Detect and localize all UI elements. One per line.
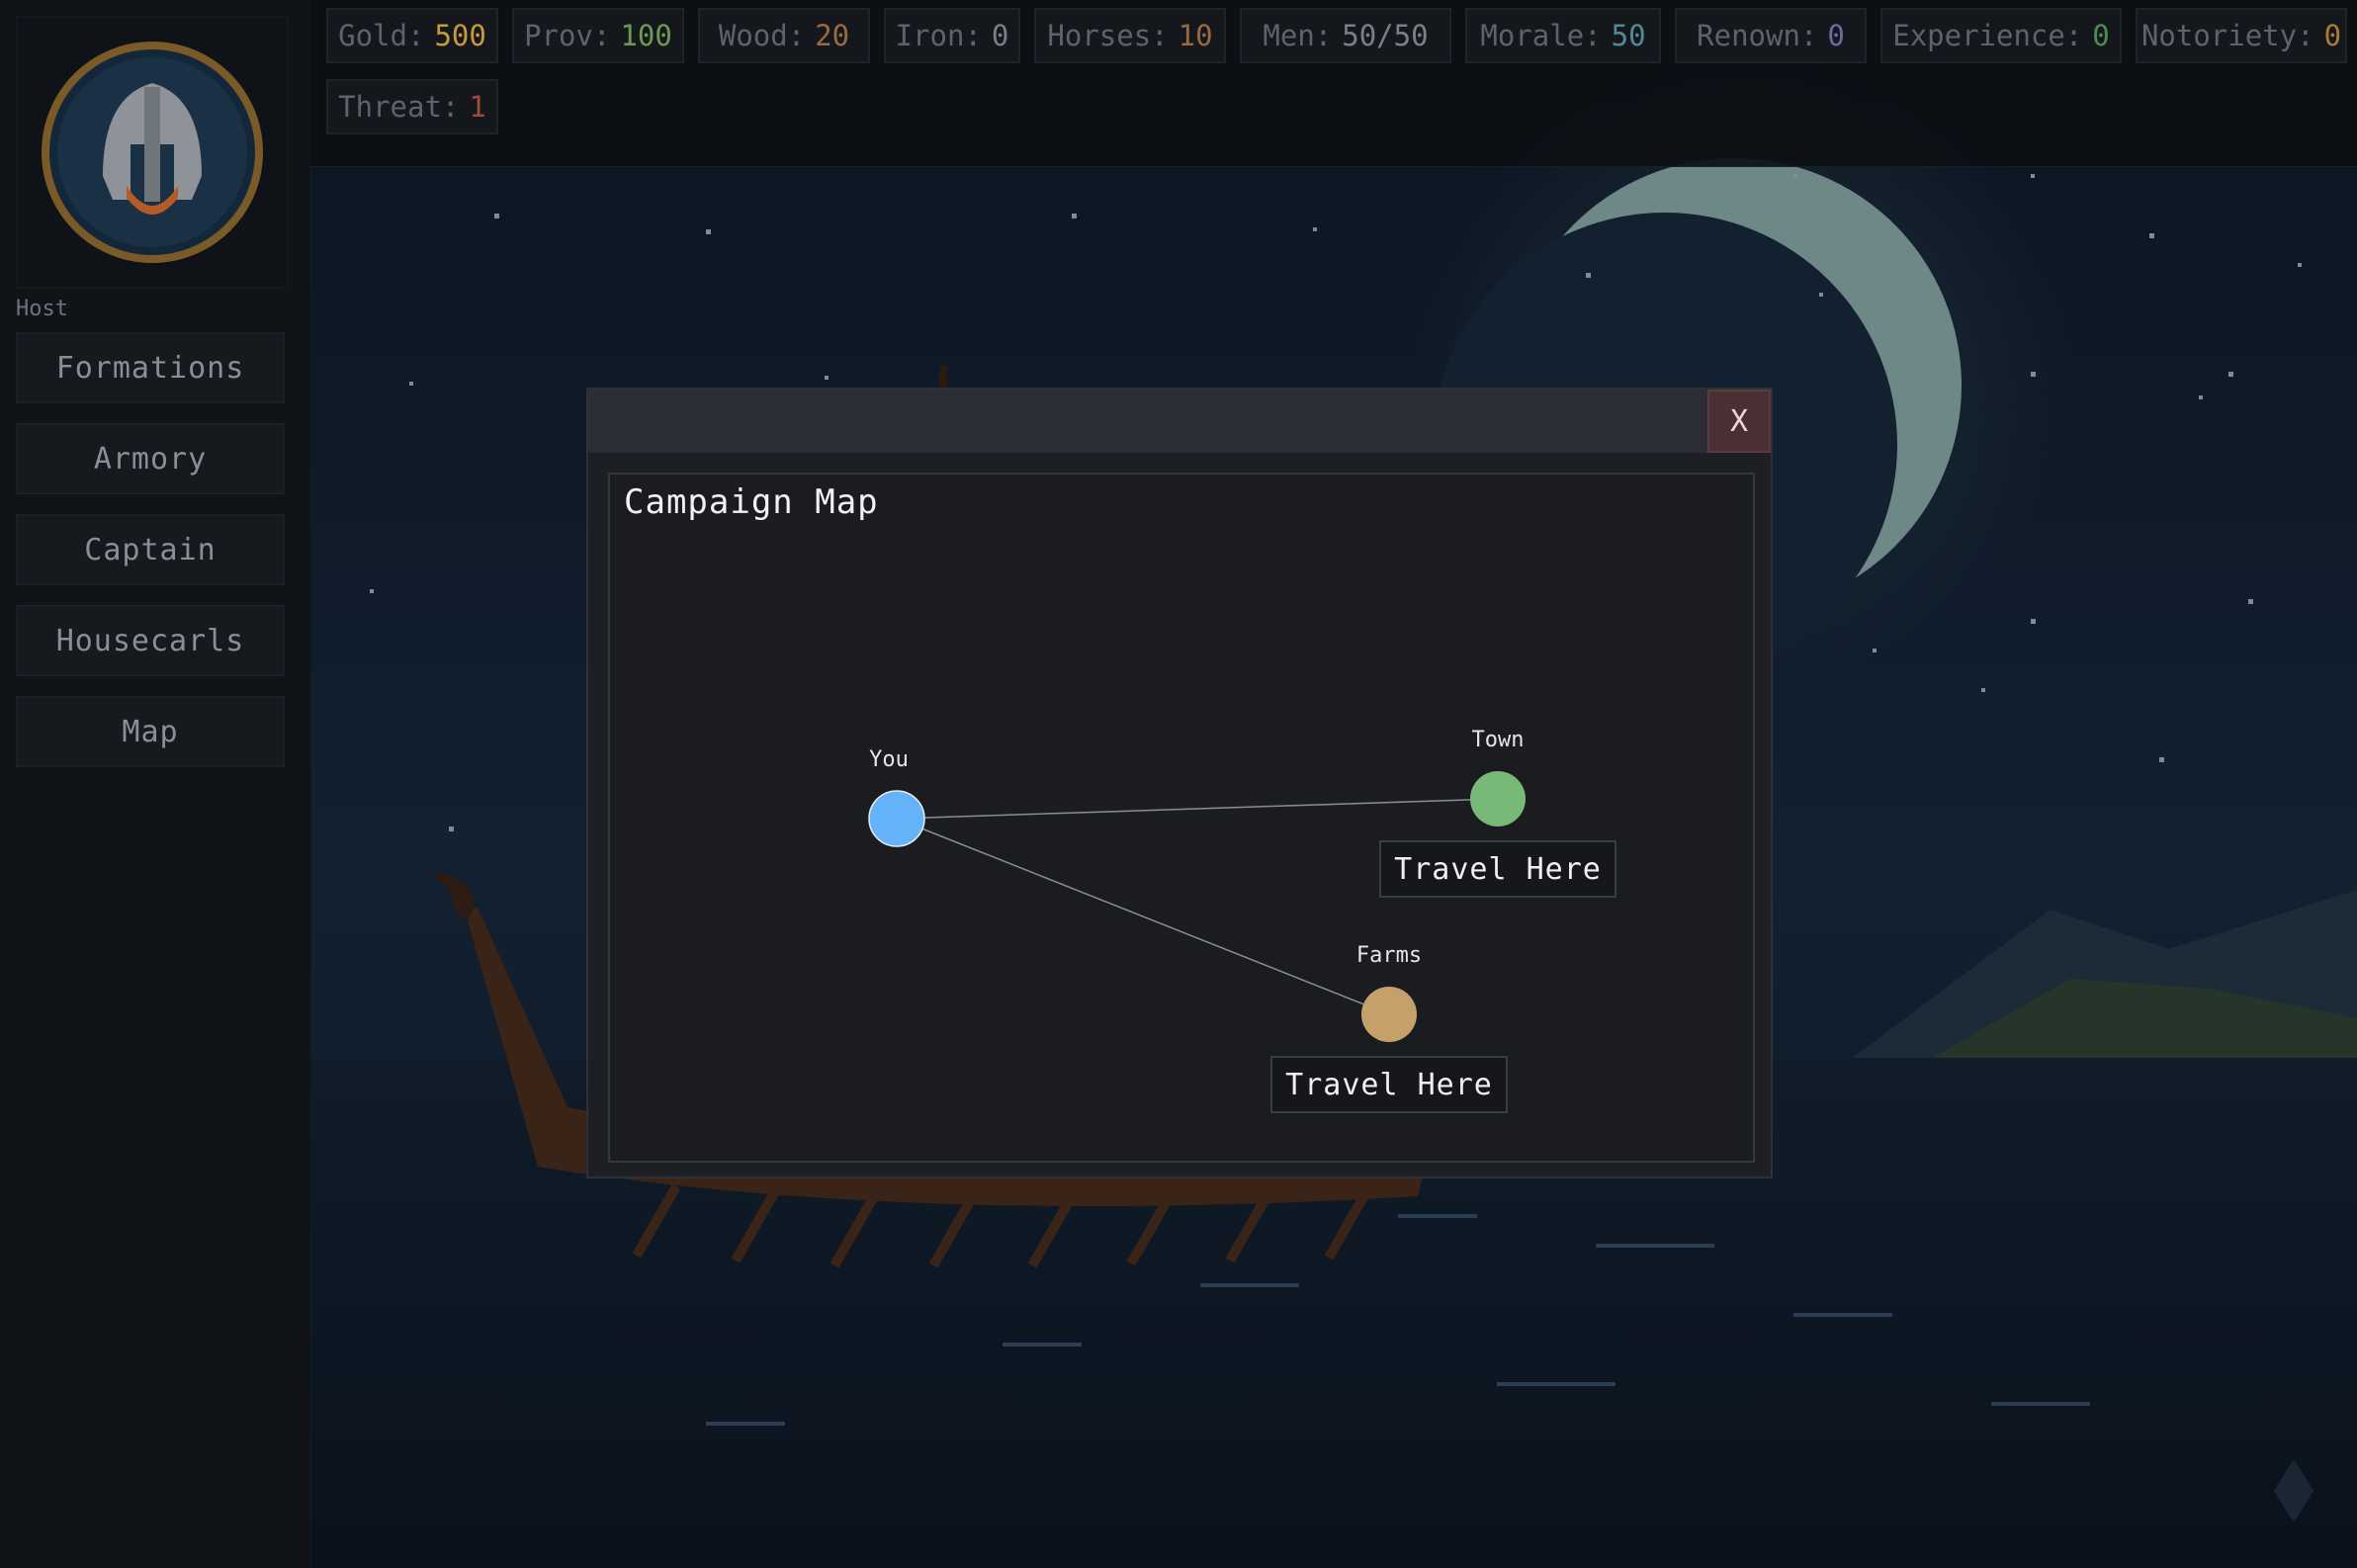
you-node bbox=[868, 790, 925, 847]
threat-value: 1 bbox=[469, 90, 486, 124]
men-stat: Men: 50/50 bbox=[1240, 8, 1451, 63]
gold-stat: Gold: 500 bbox=[326, 8, 498, 63]
host-label: Host bbox=[16, 297, 68, 321]
sidebar: Host Formations Armory Captain Housecarl… bbox=[0, 0, 311, 1568]
threat-stat: Threat: 1 bbox=[326, 79, 498, 134]
route-you-farms bbox=[896, 818, 1390, 1015]
renown-label: Renown: bbox=[1697, 19, 1818, 52]
renown-stat: Renown: 0 bbox=[1675, 8, 1867, 63]
notoriety-value: 0 bbox=[2323, 19, 2342, 52]
wood-value: 20 bbox=[815, 19, 850, 52]
experience-label: Experience: bbox=[1892, 19, 2083, 52]
experience-value: 0 bbox=[2092, 19, 2110, 52]
portrait-frame bbox=[16, 16, 289, 289]
prov-stat: Prov: 100 bbox=[512, 8, 684, 63]
iron-value: 0 bbox=[991, 19, 1009, 52]
horses-label: Horses: bbox=[1047, 19, 1169, 52]
map-panel: Campaign Map You Town Farms Travel Here … bbox=[608, 473, 1755, 1163]
morale-stat: Morale: 50 bbox=[1465, 8, 1661, 63]
travel-farms-button[interactable]: Travel Here bbox=[1270, 1056, 1508, 1113]
notoriety-stat: Notoriety: 0 bbox=[2136, 8, 2347, 63]
formations-button[interactable]: Formations bbox=[16, 332, 285, 403]
prov-value: 100 bbox=[620, 19, 672, 52]
iron-label: Iron: bbox=[895, 19, 982, 52]
wood-stat: Wood: 20 bbox=[698, 8, 870, 63]
gold-value: 500 bbox=[434, 19, 486, 52]
travel-town-button[interactable]: Travel Here bbox=[1379, 840, 1616, 898]
men-value: 50/50 bbox=[1342, 19, 1429, 52]
town-node[interactable] bbox=[1470, 771, 1526, 827]
experience-stat: Experience: 0 bbox=[1880, 8, 2122, 63]
men-label: Men: bbox=[1263, 19, 1333, 52]
iron-stat: Iron: 0 bbox=[884, 8, 1020, 63]
housecarls-button[interactable]: Housecarls bbox=[16, 605, 285, 676]
notoriety-label: Notoriety: bbox=[2140, 19, 2314, 52]
renown-value: 0 bbox=[1827, 19, 1845, 52]
route-lines bbox=[868, 771, 1526, 1042]
resource-bar: Gold: 500 Prov: 100 Wood: 20 Iron: 0 Horses:… bbox=[310, 0, 2357, 167]
captain-button[interactable]: Captain bbox=[16, 514, 285, 585]
map-button[interactable]: Map bbox=[16, 696, 285, 767]
modal-header bbox=[588, 390, 1771, 453]
gold-label: Gold: bbox=[338, 19, 425, 52]
threat-label: Threat: bbox=[338, 90, 460, 124]
morale-label: Morale: bbox=[1480, 19, 1602, 52]
armory-button[interactable]: Armory bbox=[16, 423, 285, 494]
wood-label: Wood: bbox=[718, 19, 806, 52]
campaign-map-modal: X Campaign Map You Town Farms Travel Her… bbox=[586, 388, 1773, 1178]
morale-value: 50 bbox=[1611, 19, 1646, 52]
horses-value: 10 bbox=[1178, 19, 1213, 52]
farms-label: Farms bbox=[1355, 943, 1423, 968]
prov-label: Prov: bbox=[524, 19, 611, 52]
horses-stat: Horses: 10 bbox=[1034, 8, 1226, 63]
helmet-emblem-icon bbox=[42, 42, 263, 263]
town-label: Town bbox=[1471, 728, 1525, 752]
farms-node[interactable] bbox=[1361, 987, 1417, 1042]
route-you-town bbox=[896, 798, 1499, 820]
you-label: You bbox=[869, 747, 909, 772]
close-button[interactable]: X bbox=[1707, 390, 1771, 453]
